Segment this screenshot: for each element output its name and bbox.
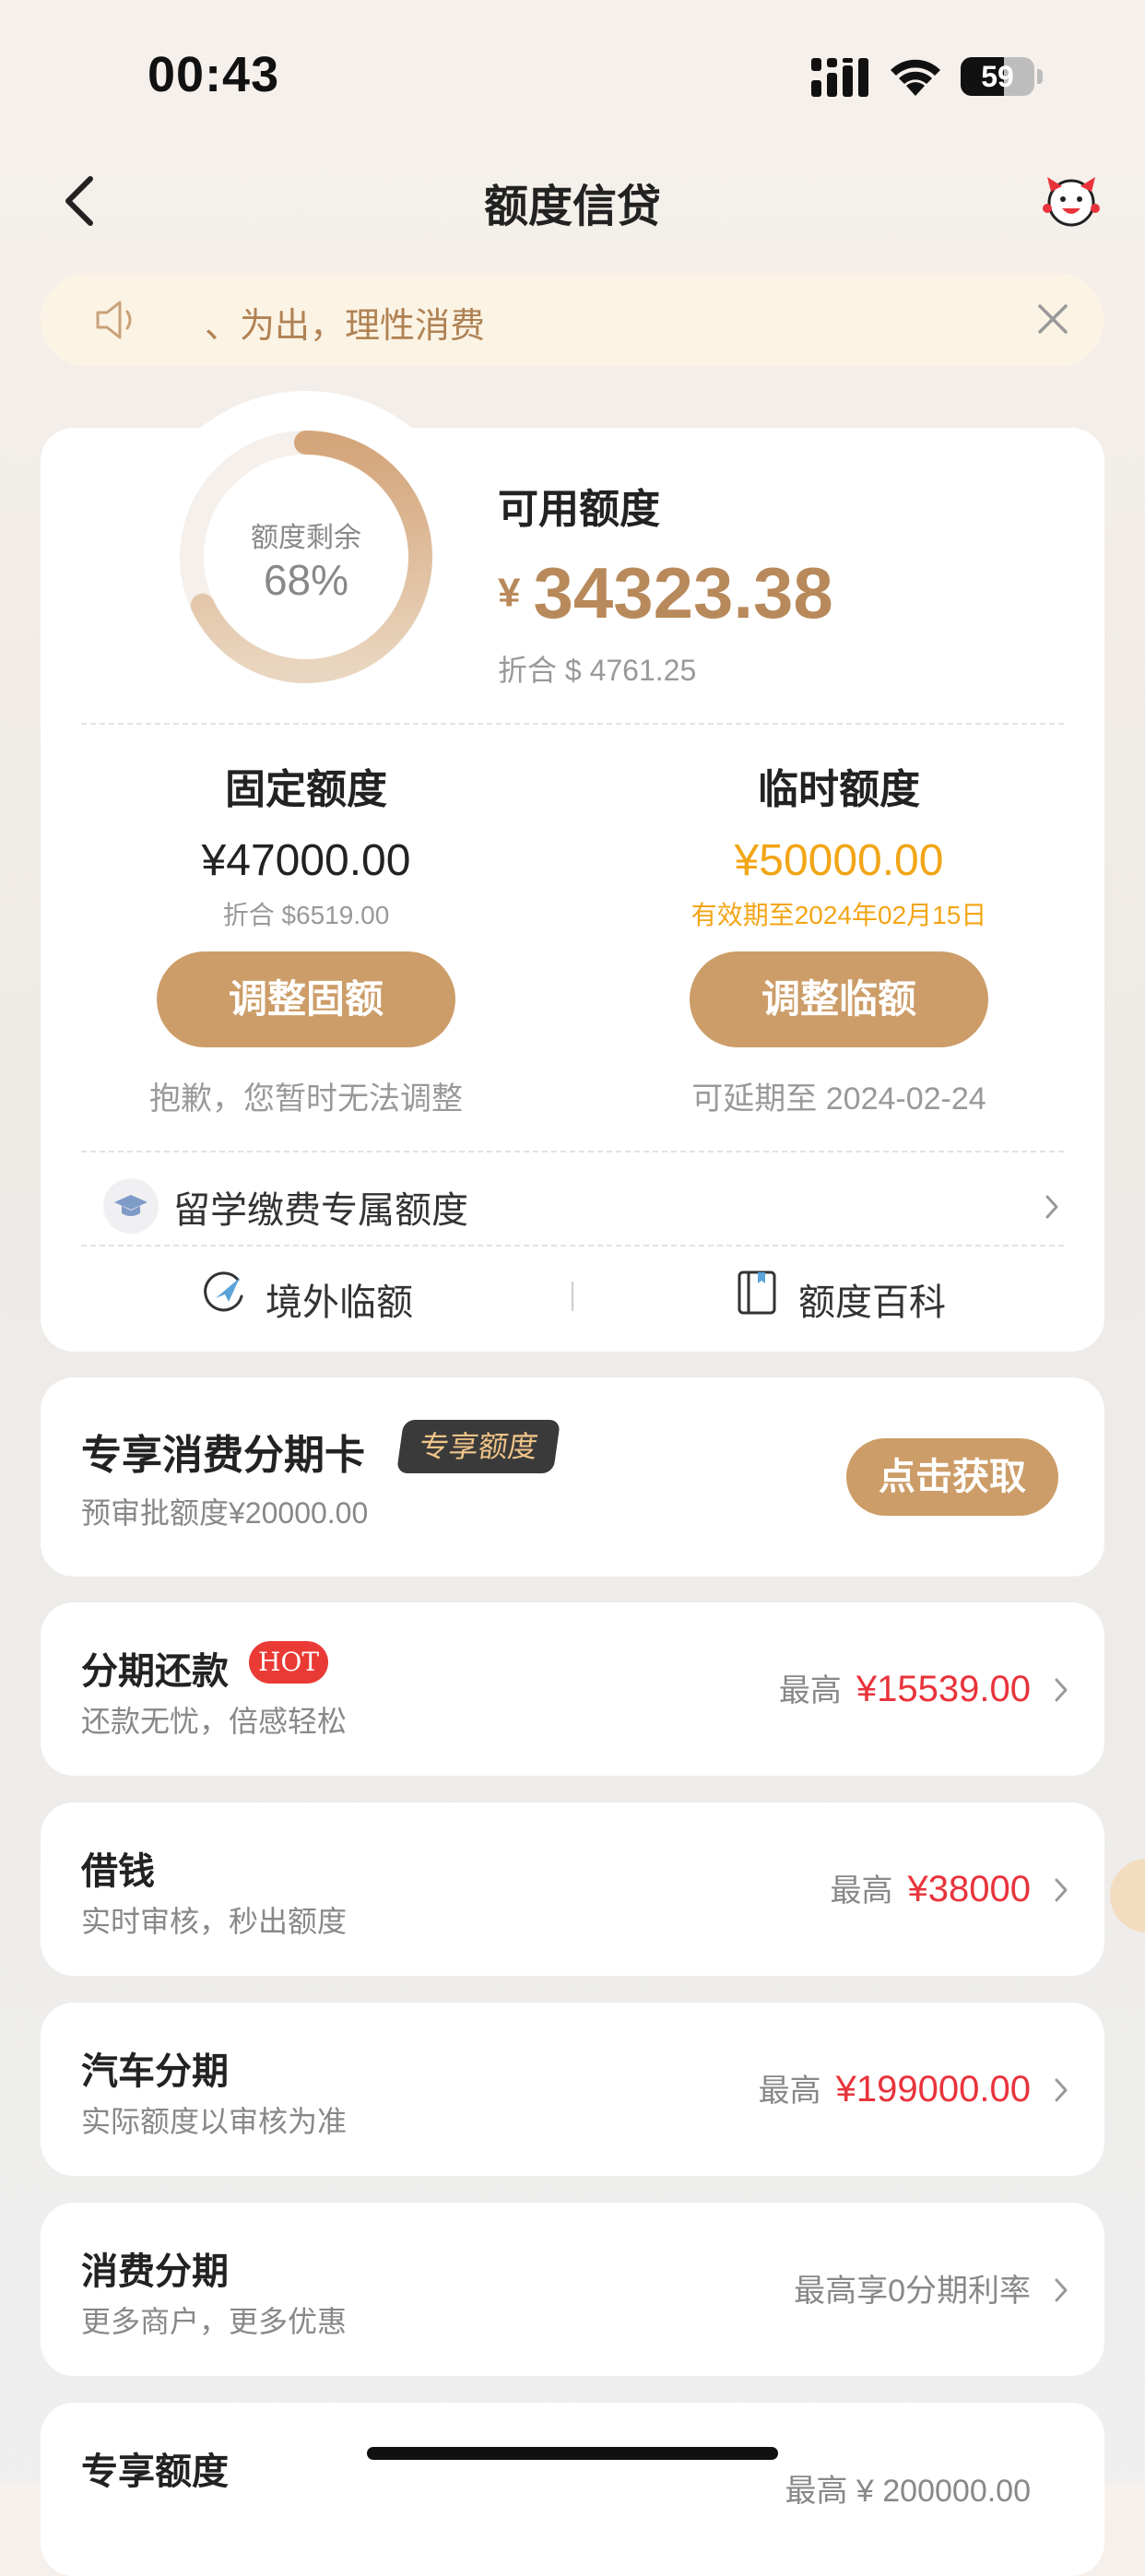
list-item-max: 最高 ¥ 200000.00: [785, 2465, 1031, 2511]
max-value: ¥199000.00: [835, 2069, 1031, 2109]
available-amount: ¥34323.38: [498, 551, 833, 635]
list-item-title: 消费分期: [81, 2251, 229, 2292]
link-separator: [572, 1282, 573, 1311]
battery-icon: 59: [961, 57, 1043, 96]
car-installment-card[interactable]: 汽车分期 实际额度以审核为准 最高 ¥199000.00: [41, 2003, 1104, 2176]
home-indicator[interactable]: [367, 2447, 778, 2460]
notice-banner[interactable]: 、为出，理性消费: [41, 273, 1104, 367]
cellular-signal-icon: [811, 58, 868, 97]
list-item-title: 专享额度: [81, 2452, 229, 2492]
study-abroad-credit-row[interactable]: 留学缴费专属额度: [103, 1176, 1068, 1234]
exclusive-credit-card[interactable]: 专享额度 最高 ¥ 200000.00: [41, 2403, 1104, 2576]
max-prefix: 最高: [778, 1673, 842, 1708]
floating-assistant-handle[interactable]: [1110, 1859, 1145, 1932]
available-usd: 折合 $ 4761.25: [498, 654, 697, 687]
currency-symbol: ¥: [498, 570, 521, 616]
fixed-amount: ¥47000.00: [201, 836, 411, 885]
max-rate-text: 最高享0分期利率: [794, 2274, 1031, 2309]
exclusive-badge: 专享额度: [395, 1420, 561, 1473]
list-item-subtitle: 还款无忧，倍感轻松: [81, 1705, 348, 1738]
remaining-donut: 额度剩余 68%: [173, 424, 439, 690]
list-item-title: 汽车分期: [81, 2051, 229, 2092]
plane-globe-icon: [204, 1271, 243, 1312]
list-item-subtitle: 实时审核，秒出额度: [81, 1905, 348, 1938]
temp-note: 可延期至 2024-02-24: [691, 1081, 986, 1117]
notice-text: 、为出，理性消费: [205, 307, 486, 346]
graduation-cap-icon: [103, 1178, 159, 1234]
list-item-max: 最高享0分期利率: [794, 2265, 1031, 2310]
hot-badge: HOT: [249, 1641, 328, 1684]
wifi-icon: [891, 59, 940, 96]
consumer-installment-card[interactable]: 消费分期 更多商户，更多优惠 最高享0分期利率: [41, 2203, 1104, 2376]
chevron-right-icon: [1055, 2278, 1068, 2302]
divider: [81, 1151, 1064, 1152]
list-item-subtitle: 更多商户，更多优惠: [81, 2305, 348, 2338]
list-item-subtitle: 实际额度以审核为准: [81, 2105, 348, 2138]
adjust-temp-button[interactable]: 调整临额: [690, 951, 988, 1047]
temp-title: 临时额度: [758, 767, 920, 812]
speaker-icon: [96, 301, 132, 339]
fixed-title: 固定额度: [225, 767, 387, 812]
donut-percent: 68%: [263, 556, 349, 604]
divider: [81, 1245, 1064, 1247]
divider: [81, 723, 1064, 725]
status-time: 00:43: [148, 47, 280, 102]
chevron-right-icon: [1055, 1878, 1068, 1902]
max-value: ¥38000: [907, 1869, 1031, 1909]
get-exclusive-button[interactable]: 点击获取: [846, 1438, 1058, 1516]
max-prefix: 最高: [758, 2074, 821, 2109]
available-label: 可用额度: [498, 487, 660, 532]
list-item-max: 最高 ¥15539.00: [779, 1665, 1031, 1710]
mascot-icon[interactable]: [1040, 173, 1103, 227]
book-icon: [738, 1270, 776, 1315]
exclusive-preapproved: 预审批额度¥20000.00: [81, 1496, 369, 1530]
list-item-title: 分期还款: [81, 1651, 229, 1692]
study-abroad-label: 留学缴费专属额度: [173, 1190, 468, 1231]
borrow-money-card[interactable]: 借钱 实时审核，秒出额度 最高 ¥38000: [41, 1802, 1104, 1976]
temp-credit: 临时额度 ¥50000.00 有效期至2024年02月15日: [608, 756, 1069, 932]
close-icon[interactable]: [1034, 301, 1071, 337]
chevron-right-icon: [1055, 1678, 1068, 1702]
donut-label: 额度剩余: [251, 523, 361, 553]
exclusive-installment-card[interactable]: 专享消费分期卡 专享额度 预审批额度¥20000.00 点击获取: [41, 1377, 1104, 1577]
exclusive-title: 专享消费分期卡: [81, 1433, 365, 1478]
available-amount-value: 34323.38: [533, 552, 833, 633]
credit-wiki-label: 额度百科: [798, 1282, 946, 1323]
max-value: ¥15539.00: [856, 1669, 1031, 1709]
list-item-max: 最高 ¥38000: [831, 1865, 1031, 1910]
fixed-note: 抱歉，您暂时无法调整: [149, 1081, 463, 1117]
temp-validity: 有效期至2024年02月15日: [691, 901, 987, 929]
battery-level: 59: [981, 60, 1014, 93]
list-item-max: 最高 ¥199000.00: [759, 2065, 1031, 2110]
installment-repayment-card[interactable]: 分期还款 HOT 还款无忧，倍感轻松 最高 ¥15539.00: [41, 1602, 1104, 1776]
max-prefix: 最高: [830, 1873, 893, 1908]
max-value-text: 最高 ¥ 200000.00: [785, 2474, 1031, 2509]
page-title: 额度信贷: [483, 183, 661, 231]
chevron-right-icon: [1045, 1195, 1058, 1219]
overseas-temp-credit-label: 境外临额: [266, 1282, 413, 1323]
fixed-usd: 折合 $6519.00: [222, 901, 390, 929]
adjust-fixed-button[interactable]: 调整固额: [157, 951, 455, 1047]
list-item-title: 借钱: [81, 1851, 155, 1892]
temp-amount: ¥50000.00: [734, 836, 944, 885]
chevron-right-icon: [1055, 2078, 1068, 2102]
fixed-credit: 固定额度 ¥47000.00 折合 $6519.00: [76, 756, 537, 932]
